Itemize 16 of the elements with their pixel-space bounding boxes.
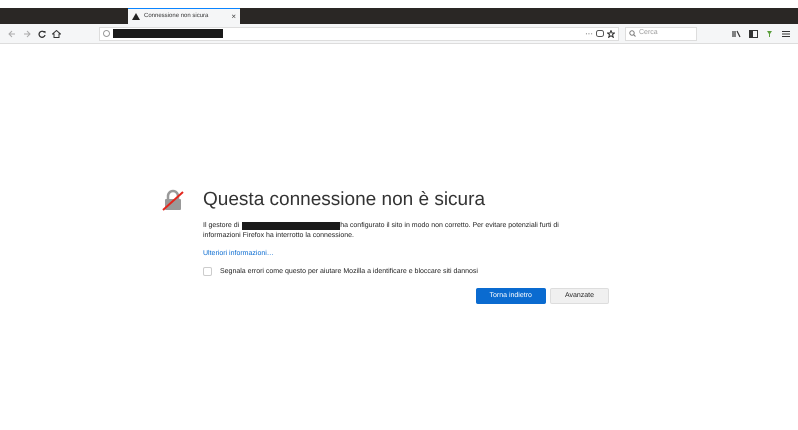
sidebar-icon[interactable] xyxy=(749,30,758,38)
star-icon[interactable] xyxy=(607,30,615,38)
extension-icon[interactable] xyxy=(766,30,773,38)
page-actions-button[interactable]: ··· xyxy=(585,30,593,38)
search-icon xyxy=(629,30,636,37)
address-bar[interactable]: ··· xyxy=(99,26,619,40)
home-icon[interactable] xyxy=(52,30,61,38)
warning-icon xyxy=(132,13,140,20)
close-tab-button[interactable]: × xyxy=(231,12,236,20)
broken-lock-icon xyxy=(162,189,184,211)
error-title: Questa connessione non è sicura xyxy=(203,188,486,212)
reload-icon[interactable] xyxy=(38,30,46,38)
info-icon[interactable] xyxy=(103,30,110,37)
menu-icon[interactable] xyxy=(782,30,790,38)
report-checkbox[interactable] xyxy=(203,267,212,276)
library-icon[interactable] xyxy=(732,30,741,38)
